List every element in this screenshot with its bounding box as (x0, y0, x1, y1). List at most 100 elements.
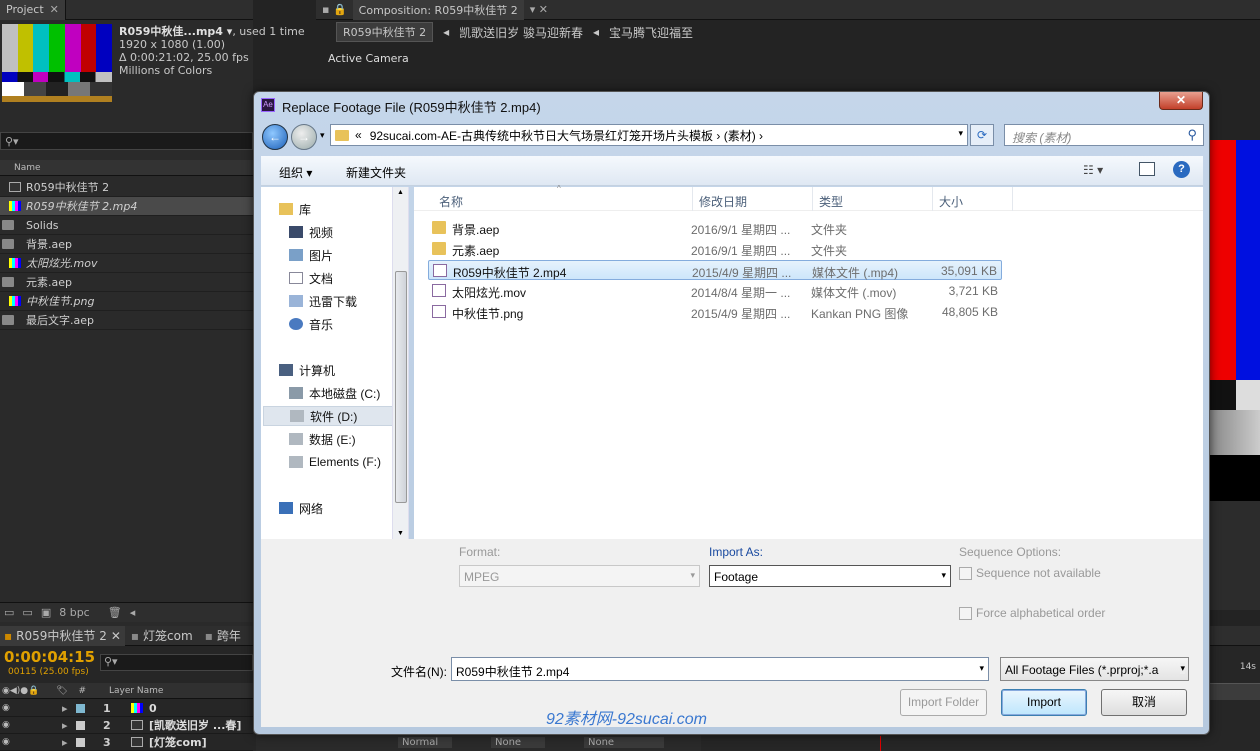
scroll-thumb[interactable] (395, 271, 407, 503)
column-size[interactable]: 大小 (939, 193, 963, 210)
project-item[interactable]: 太阳炫光.mov (0, 254, 253, 273)
column-header-name[interactable]: Name (0, 160, 253, 176)
parent-select[interactable]: None (584, 737, 665, 748)
label-color[interactable] (76, 703, 85, 713)
import-as-select[interactable]: Footage ▾ (709, 565, 951, 587)
force-alphabetical-checkbox[interactable]: Force alphabetical order (959, 606, 1105, 620)
timeline-search-input[interactable]: ⚲▾ (100, 654, 253, 671)
file-row[interactable]: 元素.aep 2016/9/1 星期四 ... 文件夹 (428, 239, 1002, 259)
import-button[interactable]: Import (1001, 689, 1087, 716)
trash-icon[interactable]: 🗑 (108, 606, 122, 619)
column-type[interactable]: 类型 (819, 193, 843, 210)
layer-row[interactable]: ◉ ▸ 3 [灯笼com] (0, 734, 253, 751)
close-icon[interactable]: ✕ (111, 629, 121, 643)
column-name[interactable]: 名称 (439, 193, 463, 210)
tab-timeline-newyear[interactable]: ▪ 跨年 (199, 626, 247, 646)
address-dropdown-icon[interactable]: ▾ (958, 128, 963, 139)
nav-scrollbar[interactable]: ▲ ▼ (392, 187, 408, 539)
close-button[interactable]: ✕ (1159, 92, 1203, 110)
dialog-title-bar[interactable]: Ae Replace Footage File (R059中秋佳节 2.mp4)… (254, 92, 1209, 118)
twirl-icon[interactable]: ▸ (62, 736, 76, 749)
nav-item[interactable]: 网络 (279, 498, 323, 518)
dropdown-icon[interactable]: ▾ ✕ (530, 3, 548, 16)
project-item[interactable]: 背景.aep (0, 235, 253, 254)
project-item[interactable]: 中秋佳节.png (0, 292, 253, 311)
organize-button[interactable]: 组织 ▾ (279, 164, 312, 181)
nav-item[interactable]: 视频 (289, 222, 333, 242)
timecode[interactable]: 0:00:04:15 (4, 648, 95, 666)
file-row[interactable]: R059中秋佳节 2.mp4 2015/4/9 星期四 ... 媒体文件 (.mp4… (428, 260, 1002, 280)
layer-name[interactable]: [凯歌送旧岁 ...春] (149, 717, 241, 733)
back-button[interactable]: ← (262, 124, 288, 150)
nav-item[interactable]: Elements (F:) (289, 452, 381, 472)
breadcrumb-item[interactable]: 凯歌送旧岁 骏马迎新春 (459, 24, 583, 41)
scroll-left-icon[interactable]: ◂ (130, 606, 136, 619)
mode-select[interactable]: Normal (398, 737, 453, 748)
timeline-ruler[interactable]: 14s (1210, 654, 1260, 684)
nav-item[interactable]: 文档 (289, 268, 333, 288)
twirl-icon[interactable]: ▸ (62, 719, 76, 732)
nav-item[interactable]: 迅雷下载 (289, 291, 357, 311)
tab-timeline-lantern[interactable]: ▪ 灯笼com (125, 626, 199, 646)
project-item[interactable]: R059中秋佳节 2 (0, 178, 253, 197)
visibility-icon[interactable]: ◉ (2, 703, 62, 713)
nav-item[interactable]: 库 (279, 199, 311, 219)
twirl-icon[interactable]: ▸ (62, 702, 76, 715)
address-path[interactable]: 92sucai.com-AE-古典传统中秋节日大气场景红灯笼开场片头模板 › (… (370, 127, 763, 144)
filename-input[interactable]: R059中秋佳节 2.mp4 ▾ (451, 657, 989, 681)
scroll-down-icon[interactable]: ▼ (397, 530, 404, 537)
scroll-up-icon[interactable]: ▲ (397, 189, 404, 196)
new-folder-button[interactable]: 新建文件夹 (346, 164, 406, 181)
footage-name[interactable]: R059中秋佳...mp4 ▾ (119, 25, 232, 38)
nav-item[interactable]: 数据 (E:) (289, 429, 356, 449)
chevron-down-icon[interactable]: ▾ (979, 663, 984, 674)
interpret-footage-icon[interactable]: ▭ (4, 606, 14, 619)
import-folder-button[interactable]: Import Folder (900, 689, 987, 716)
lock-icon[interactable]: ▪ 🔒 (322, 3, 347, 16)
project-item[interactable]: 元素.aep (0, 273, 253, 292)
tab-timeline-comp[interactable]: ▪ R059中秋佳节 2 ✕ (0, 625, 125, 646)
trkmat-select[interactable]: None (491, 737, 546, 748)
view-options-icon[interactable]: ☷ ▾ (1083, 163, 1103, 177)
new-composition-icon[interactable]: ▣ (41, 606, 51, 619)
sequence-checkbox[interactable]: Sequence not available (959, 566, 1101, 580)
project-search-input[interactable]: ⚲▾ (0, 132, 253, 150)
visibility-icon[interactable]: ◉ (2, 737, 62, 747)
label-color[interactable] (76, 737, 85, 747)
column-date[interactable]: 修改日期 (699, 193, 747, 210)
tab-composition[interactable]: Composition: R059中秋佳节 2 (352, 0, 524, 20)
breadcrumb-item[interactable]: 宝马腾飞迎福至 (609, 24, 693, 41)
breadcrumb-item[interactable]: R059中秋佳节 2 (336, 22, 434, 42)
layer-name[interactable]: [灯笼com] (149, 734, 207, 750)
layer-name[interactable]: 0 (149, 702, 157, 715)
project-item[interactable]: 最后文字.aep (0, 311, 253, 330)
tab-project[interactable]: Project ✕ (0, 0, 66, 20)
project-item[interactable]: R059中秋佳节 2.mp4 (0, 197, 253, 216)
close-icon[interactable]: ✕ (50, 3, 59, 16)
recent-locations-icon[interactable]: ▾ (320, 130, 325, 141)
visibility-icon[interactable]: ◉ (2, 720, 62, 730)
nav-item[interactable]: 本地磁盘 (C:) (289, 383, 380, 403)
refresh-button[interactable]: ⟳ (970, 124, 994, 146)
cancel-button[interactable]: 取消 (1101, 689, 1187, 716)
layer-row[interactable]: ◉ ▸ 2 [凯歌送旧岁 ...春] (0, 717, 253, 734)
file-type-select[interactable]: All Footage Files (*.prproj;*.a ▾ (1000, 657, 1189, 681)
nav-item[interactable]: 软件 (D:) (263, 406, 399, 426)
label-color[interactable] (76, 720, 85, 730)
file-row[interactable]: 背景.aep 2016/9/1 星期四 ... 文件夹 (428, 218, 1002, 238)
preview-pane-icon[interactable] (1139, 162, 1155, 176)
file-row[interactable]: 太阳炫光.mov 2014/8/4 星期一 ... 媒体文件 (.mov) 3,721… (428, 281, 1002, 301)
file-row[interactable]: 中秋佳节.png 2015/4/9 星期四 ... Kankan PNG 图像 48,… (428, 302, 1002, 322)
address-overflow[interactable]: « (355, 128, 362, 142)
current-time-indicator[interactable] (880, 736, 881, 751)
new-folder-icon[interactable]: ▭ (22, 606, 32, 619)
forward-button[interactable]: → (291, 124, 317, 150)
nav-item[interactable]: 计算机 (279, 360, 335, 380)
project-item[interactable]: Solids (0, 216, 253, 235)
help-icon[interactable]: ? (1173, 161, 1190, 178)
nav-item[interactable]: 音乐 (289, 314, 333, 334)
bpc-label[interactable]: 8 bpc (59, 606, 90, 619)
address-bar[interactable]: « 92sucai.com-AE-古典传统中秋节日大气场景红灯笼开场片头模板 ›… (330, 124, 968, 146)
nav-item[interactable]: 图片 (289, 245, 333, 265)
layer-row[interactable]: ◉ ▸ 1 0 (0, 700, 253, 717)
